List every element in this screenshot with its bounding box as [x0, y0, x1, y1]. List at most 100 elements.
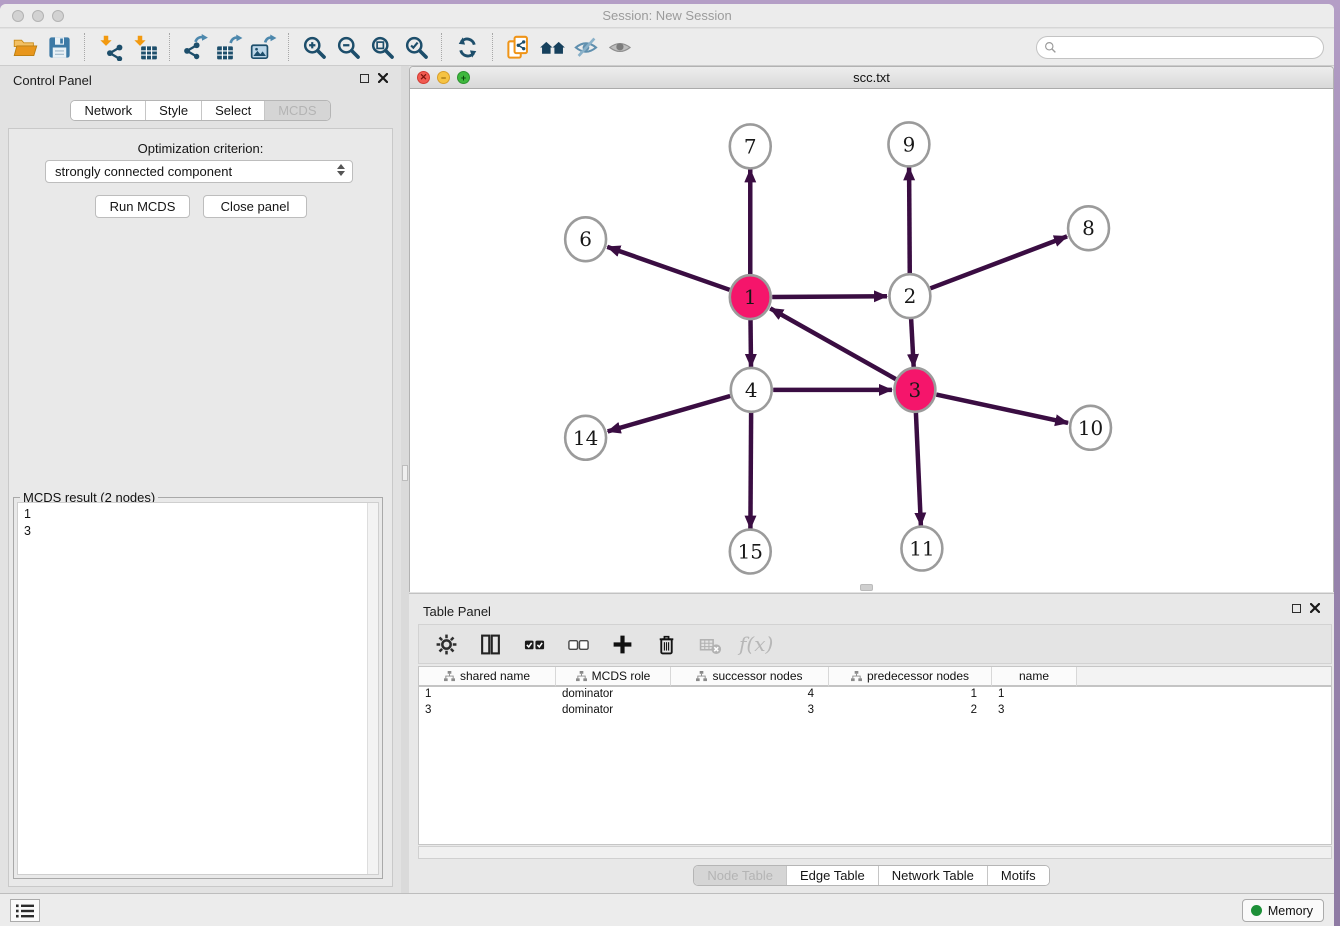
table-cell[interactable]: 1 — [419, 687, 556, 703]
graph-node-label: 9 — [903, 132, 916, 156]
import-network-icon[interactable] — [93, 31, 127, 63]
save-icon[interactable] — [42, 31, 76, 63]
criterion-select[interactable]: strongly connected component — [45, 160, 353, 183]
folder-open-icon[interactable] — [8, 31, 42, 63]
export-image-icon[interactable] — [246, 31, 280, 63]
result-scrollbar[interactable] — [367, 503, 378, 874]
graph-edge-4-15[interactable] — [750, 412, 751, 529]
graph-node-label: 11 — [909, 537, 934, 561]
column-header-shared-name[interactable]: shared name — [419, 667, 556, 687]
column-type-icon — [576, 671, 587, 682]
panel-splitter-vertical[interactable] — [401, 66, 409, 893]
zoom-selected-icon[interactable] — [399, 31, 433, 63]
graph-node-6[interactable]: 6 — [565, 217, 606, 261]
canvas-resize-grip[interactable] — [860, 584, 873, 591]
task-history-button[interactable] — [10, 899, 40, 922]
graph-edge-3-1[interactable] — [770, 308, 896, 379]
table-horizontal-scrollbar[interactable] — [418, 846, 1332, 859]
search-input[interactable] — [1061, 39, 1323, 57]
eye-icon[interactable] — [603, 31, 637, 63]
column-visibility-icon[interactable] — [475, 629, 505, 659]
table-header-row: shared nameMCDS rolesuccessor nodesprede… — [419, 667, 1331, 687]
table-cell[interactable]: dominator — [556, 687, 671, 703]
table-cell[interactable]: 3 — [419, 703, 556, 719]
control-panel-tabs: NetworkStyleSelectMCDS — [0, 100, 401, 121]
toolbar-separator — [84, 33, 85, 61]
table-row[interactable]: 3dominator323 — [419, 703, 1331, 719]
network-canvas[interactable]: 1 2 3 4 6 7 8 9 10 11 14 15 — [410, 89, 1333, 592]
float-panel-icon[interactable] — [360, 74, 369, 83]
tab-network[interactable]: Network — [71, 101, 145, 120]
close-panel-button[interactable]: Close panel — [203, 195, 307, 218]
graph-node-10[interactable]: 10 — [1070, 406, 1111, 450]
column-header-predecessor-nodes[interactable]: predecessor nodes — [829, 667, 992, 687]
delete-column-icon[interactable] — [651, 629, 681, 659]
run-mcds-button[interactable]: Run MCDS — [95, 195, 190, 218]
graph-edge-3-11[interactable] — [916, 412, 921, 526]
graph-node-3[interactable]: 3 — [894, 368, 935, 412]
splitter-handle[interactable] — [402, 465, 408, 481]
table-row[interactable]: 1dominator411 — [419, 687, 1331, 703]
graph-edge-3-10[interactable] — [936, 395, 1068, 423]
table-cell[interactable]: 3 — [992, 703, 1077, 719]
home-icon[interactable] — [535, 31, 569, 63]
graph-node-label: 15 — [738, 540, 763, 564]
graph-node-14[interactable]: 14 — [565, 416, 606, 460]
graph-node-2[interactable]: 2 — [889, 274, 930, 318]
zoom-in-icon[interactable] — [297, 31, 331, 63]
graph-edge-1-4[interactable] — [750, 319, 751, 367]
graph-edge-2-9[interactable] — [909, 167, 910, 274]
refresh-icon[interactable] — [450, 31, 484, 63]
table-cell[interactable]: 4 — [671, 687, 829, 703]
export-table-icon[interactable] — [212, 31, 246, 63]
import-table-icon[interactable] — [127, 31, 161, 63]
graph-node-11[interactable]: 11 — [901, 527, 942, 571]
zoom-out-icon[interactable] — [331, 31, 365, 63]
table-cell[interactable]: dominator — [556, 703, 671, 719]
tab-style[interactable]: Style — [145, 101, 201, 120]
control-panel-title: Control Panel — [13, 73, 92, 88]
add-column-icon[interactable] — [607, 629, 637, 659]
graph-node-7[interactable]: 7 — [730, 124, 771, 168]
graph-node-8[interactable]: 8 — [1068, 206, 1109, 250]
tab-node-table[interactable]: Node Table — [694, 866, 786, 885]
graph-node-1[interactable]: 1 — [730, 275, 771, 319]
graph-edge-2-8[interactable] — [930, 236, 1067, 288]
close-table-panel-icon[interactable] — [1310, 603, 1320, 613]
column-header-successor-nodes[interactable]: successor nodes — [671, 667, 829, 687]
settings-gear-icon[interactable] — [431, 629, 461, 659]
column-label: name — [1019, 669, 1049, 683]
tab-network-table[interactable]: Network Table — [878, 866, 987, 885]
column-header-MCDS-role[interactable]: MCDS role — [556, 667, 671, 687]
tab-select[interactable]: Select — [201, 101, 264, 120]
column-header-name[interactable]: name — [992, 667, 1077, 687]
table-cell[interactable]: 1 — [829, 687, 992, 703]
zoom-fit-icon[interactable] — [365, 31, 399, 63]
close-panel-icon[interactable] — [378, 73, 388, 83]
node-table[interactable]: shared nameMCDS rolesuccessor nodesprede… — [418, 666, 1332, 845]
select-all-icon[interactable] — [519, 629, 549, 659]
graph-edge-1-6[interactable] — [607, 247, 729, 290]
deselect-all-icon[interactable] — [563, 629, 593, 659]
mcds-result-textarea[interactable]: 1 3 — [17, 502, 379, 875]
graph-edge-4-14[interactable] — [608, 396, 731, 431]
graph-edge-1-2[interactable] — [772, 296, 887, 297]
memory-button[interactable]: Memory — [1242, 899, 1324, 922]
table-cell[interactable]: 3 — [671, 703, 829, 719]
tab-motifs[interactable]: Motifs — [987, 866, 1049, 885]
float-table-panel-icon[interactable] — [1292, 604, 1301, 613]
clone-network-icon[interactable] — [501, 31, 535, 63]
graph-node-4[interactable]: 4 — [731, 368, 772, 412]
graph-node-9[interactable]: 9 — [888, 122, 929, 166]
eye-hide-icon[interactable] — [569, 31, 603, 63]
network-graph: 1 2 3 4 6 7 8 9 10 11 14 15 — [410, 89, 1333, 592]
tab-mcds[interactable]: MCDS — [264, 101, 329, 120]
table-cell[interactable]: 1 — [992, 687, 1077, 703]
graph-node-15[interactable]: 15 — [730, 530, 771, 574]
export-network-icon[interactable] — [178, 31, 212, 63]
table-toolbar: f(x) — [418, 624, 1332, 664]
table-cell[interactable]: 2 — [829, 703, 992, 719]
graph-edge-2-3[interactable] — [911, 318, 914, 367]
control-panel-header: Control Panel — [0, 66, 401, 94]
tab-edge-table[interactable]: Edge Table — [786, 866, 878, 885]
